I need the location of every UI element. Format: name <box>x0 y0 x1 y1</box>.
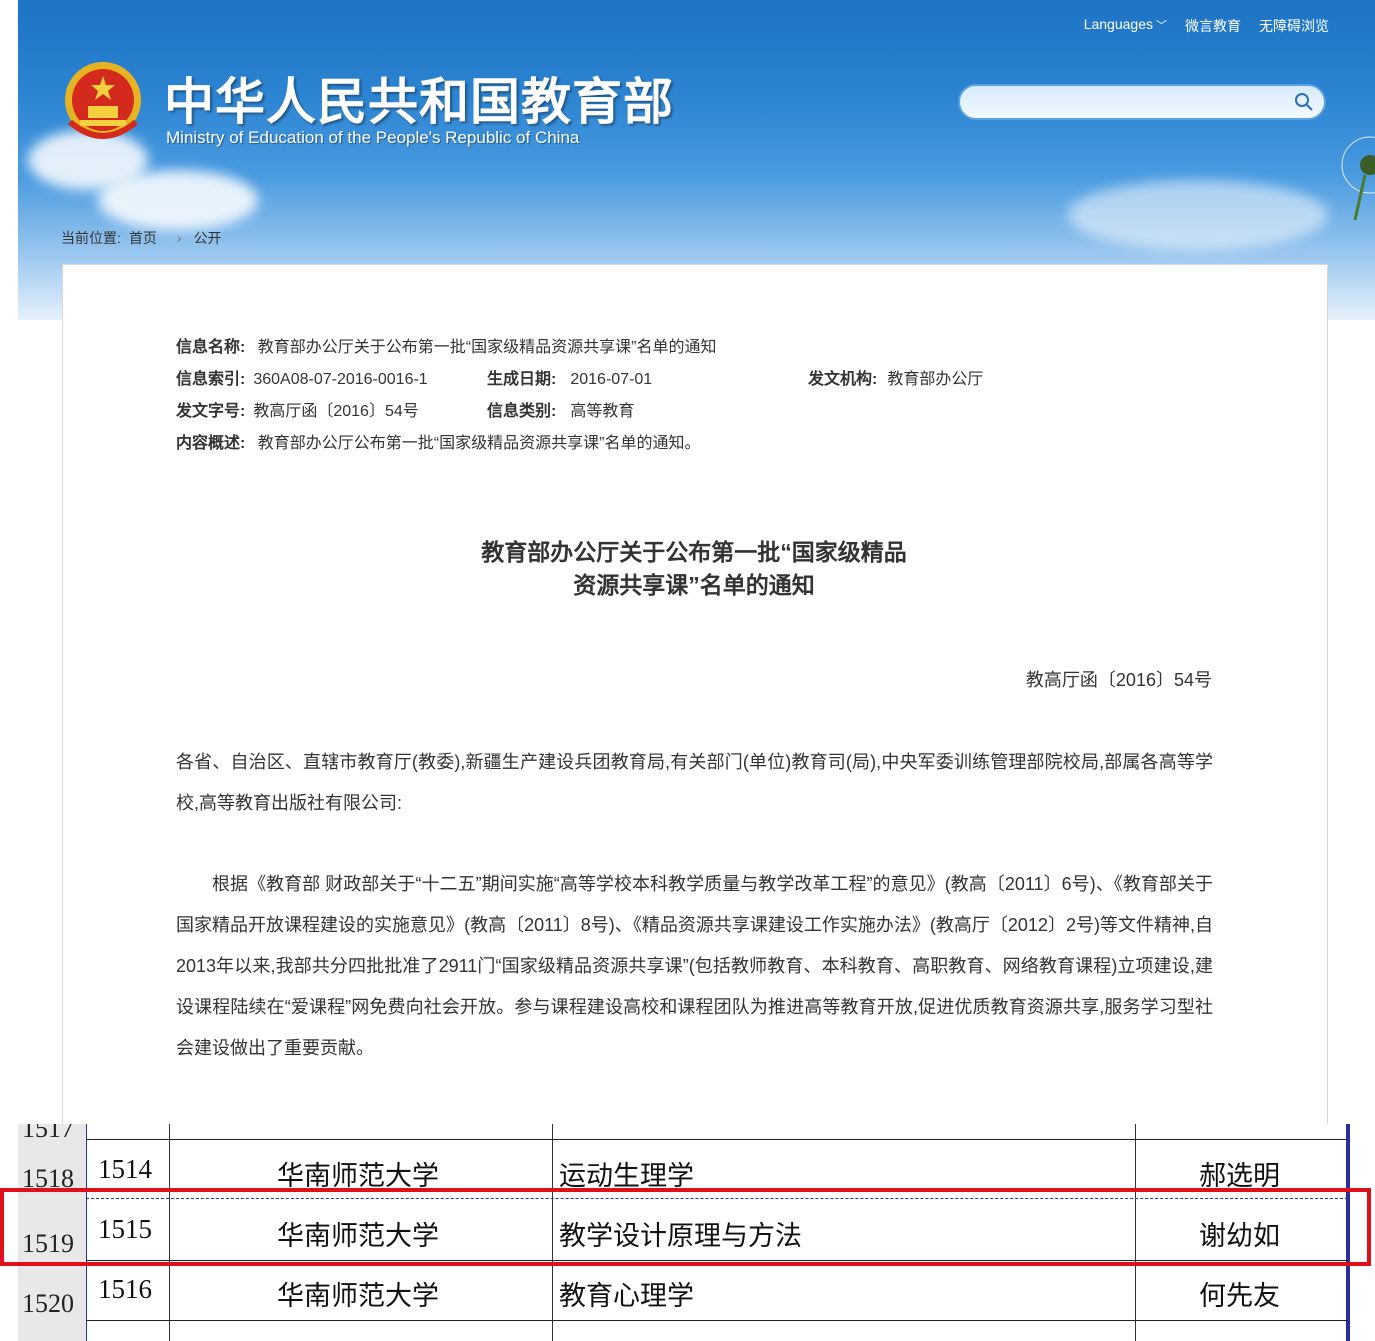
row-number <box>18 1319 86 1341</box>
document-title: 教育部办公厅关于公布第一批“国家级精品 资源共享课”名单的通知 <box>176 536 1212 602</box>
meta-docno-value: 教高厅函〔2016〕54号 <box>253 403 419 420</box>
search-box[interactable] <box>958 84 1326 120</box>
highlight-box <box>0 1188 1371 1266</box>
document-number: 教高厅函〔2016〕54号 <box>1025 670 1212 690</box>
chevron-down-icon: ﹀ <box>1156 20 1167 32</box>
meta-index-label: 信息索引: <box>176 371 246 388</box>
cloud-decoration <box>1068 180 1328 250</box>
paragraph-body: 根据《教育部 财政部关于“十二五”期间实施“高等学校本科教学质量与教学改革工程”… <box>176 874 1213 1058</box>
site-title[interactable]: 中华人民共和国教育部 <box>164 62 674 134</box>
meta-docno-label: 发文字号: <box>176 403 246 420</box>
meta-org-label: 发文机构: <box>808 371 878 388</box>
row-number: 1520 <box>18 1259 86 1319</box>
top-links: Languages ﹀ 微言教育 无障碍浏览 <box>1084 16 1329 36</box>
languages-link[interactable]: Languages ﹀ <box>1084 16 1167 36</box>
cell-no[interactable]: 1514 <box>98 1154 152 1185</box>
breadcrumb-public[interactable]: 公开 <box>194 230 222 246</box>
weiyan-link[interactable]: 微言教育 <box>1185 16 1241 36</box>
breadcrumb-home[interactable]: 首页 <box>129 230 157 246</box>
national-emblem-icon <box>65 62 141 139</box>
row-number: 1517 <box>18 1124 86 1139</box>
breadcrumb-label: 当前位置: <box>61 230 121 246</box>
paragraph-addressees: 各省、自治区、直辖市教育厅(教委),新疆生产建设兵团教育局,有关部门(单位)教育… <box>176 752 1213 813</box>
cell-course[interactable]: 教育心理学 <box>559 1274 694 1313</box>
cloud-decoration <box>98 170 258 230</box>
meta-date-value: 2016-07-01 <box>570 371 653 388</box>
meta-summary-value: 教育部办公厅公布第一批“国家级精品资源共享课”名单的通知。 <box>257 435 701 452</box>
meta-summary-label: 内容概述: <box>176 435 246 452</box>
grid-line <box>86 1139 1348 1140</box>
cell-no[interactable]: 1516 <box>98 1274 152 1305</box>
breadcrumb-separator: › <box>176 230 182 246</box>
cell-school[interactable]: 华南师范大学 <box>277 1274 439 1313</box>
meta-index-value: 360A08-07-2016-0016-1 <box>253 371 428 388</box>
cell-teacher[interactable]: 何先友 <box>1199 1274 1280 1313</box>
breadcrumb: 当前位置: 首页 › 公开 <box>61 228 230 248</box>
dandelion-decoration-icon <box>1341 136 1375 220</box>
meta-org-value: 教育部办公厅 <box>887 371 984 388</box>
meta-date-label: 生成日期: <box>487 371 557 388</box>
meta-category-label: 信息类别: <box>487 403 557 420</box>
document-title-line1: 教育部办公厅关于公布第一批“国家级精品 <box>481 539 907 565</box>
meta-name-label: 信息名称: <box>176 339 246 356</box>
document-title-line2: 资源共享课”名单的通知 <box>573 572 815 598</box>
meta-name-value: 教育部办公厅关于公布第一批“国家级精品资源共享课”名单的通知 <box>257 339 717 356</box>
search-icon[interactable] <box>1294 92 1314 112</box>
accessibility-link[interactable]: 无障碍浏览 <box>1259 16 1329 36</box>
site-subtitle: Ministry of Education of the People's Re… <box>166 128 580 147</box>
info-meta: 信息名称: 教育部办公厅关于公布第一批“国家级精品资源共享课”名单的通知 信息索… <box>176 332 1076 460</box>
languages-label: Languages <box>1083 16 1153 32</box>
grid-line <box>86 1320 1348 1321</box>
meta-category-value: 高等教育 <box>570 403 635 420</box>
